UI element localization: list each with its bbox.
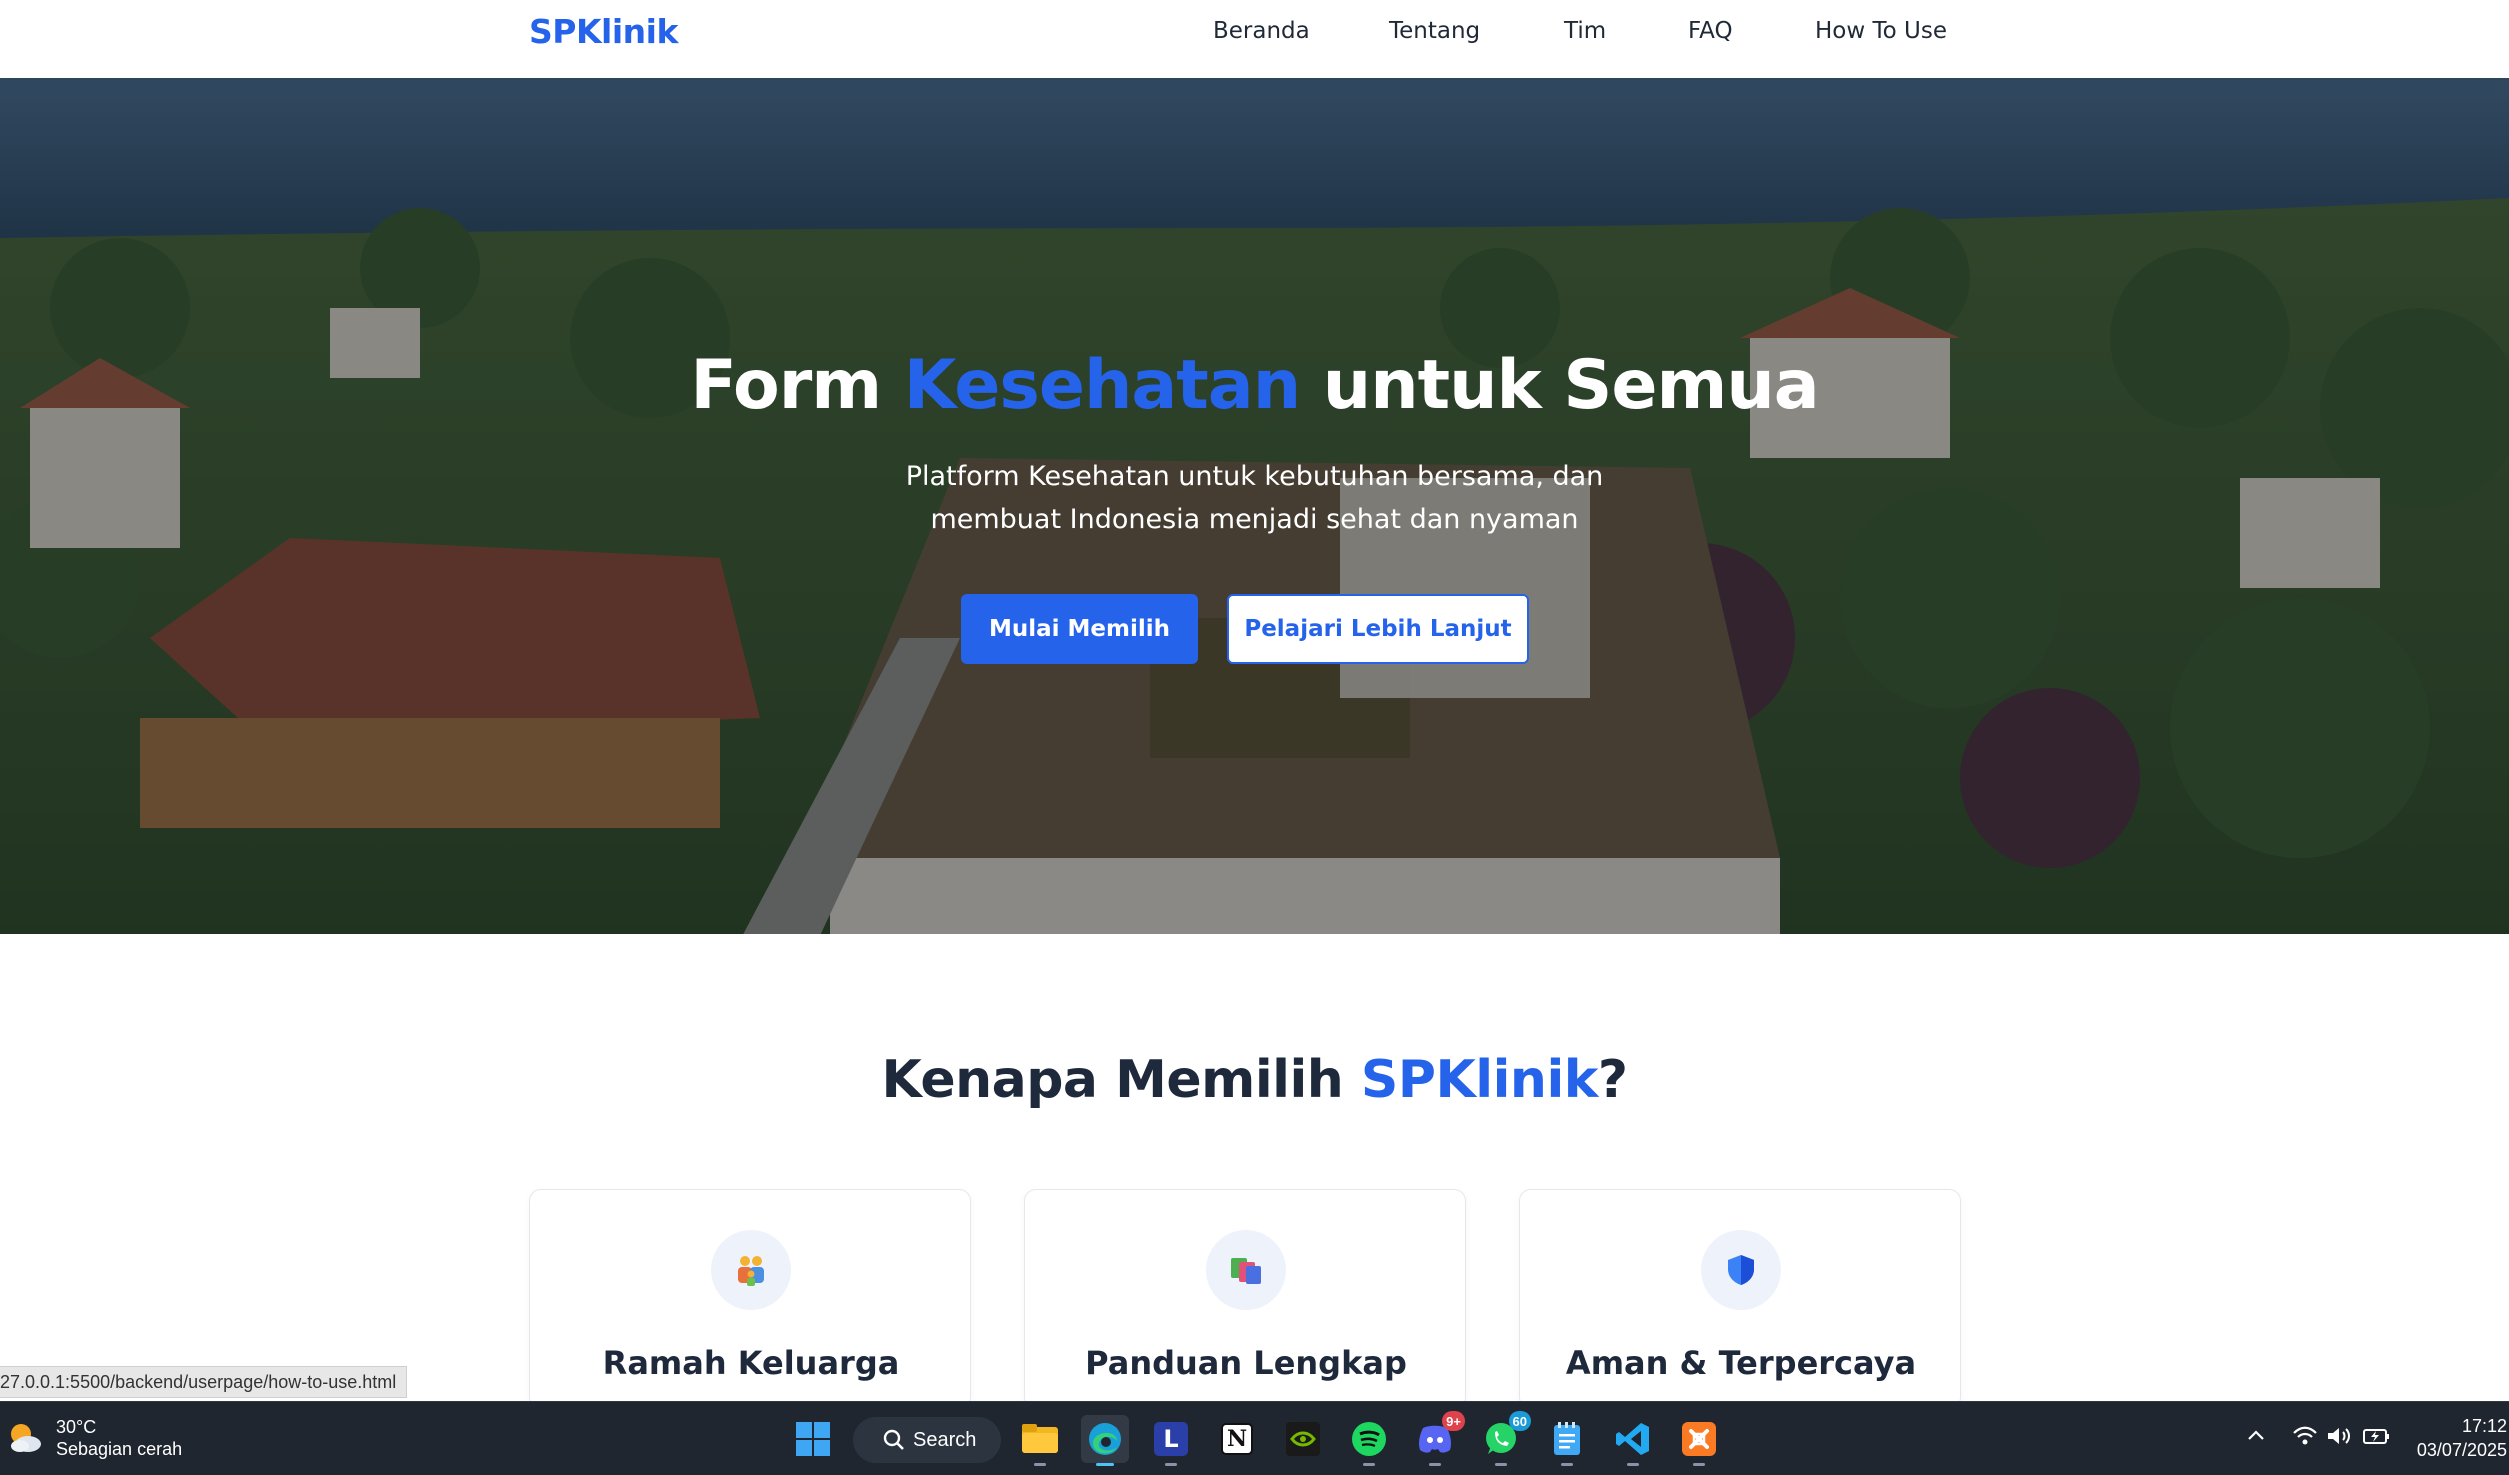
hero-section: Form Kesehatan untuk Semua Platform Kese… [0,78,2509,934]
edge-browser-icon[interactable] [1081,1415,1129,1466]
search-icon [883,1429,905,1457]
learn-more-button[interactable]: Pelajari Lebih Lanjut [1227,594,1529,664]
weather-temperature: 30°C [56,1417,97,1437]
l-app-icon[interactable]: L [1147,1415,1195,1466]
whatsapp-notification-badge: 60 [1508,1411,1531,1431]
books-icon [1206,1230,1286,1310]
weather-widget[interactable]: 30°C Sebagian cerah [6,1416,182,1460]
notion-icon[interactable]: N [1213,1415,1261,1463]
hero-subtitle: Platform Kesehatan untuk kebutuhan bersa… [905,461,1604,535]
hero-title: Form Kesehatan untuk Semua [690,346,1819,425]
discord-notification-badge: 9+ [1442,1411,1465,1431]
vscode-icon[interactable] [1609,1415,1657,1466]
card-title-guide: Panduan Lengkap [1085,1344,1407,1382]
card-title-family: Ramah Keluarga [602,1344,900,1382]
search-label: Search [913,1428,977,1451]
feature-card-secure: Aman & Terpercaya [1519,1189,1961,1409]
feature-card-family: Ramah Keluarga [529,1189,971,1409]
nvidia-icon[interactable] [1279,1415,1327,1463]
why-section-title: Kenapa Memilih SPKlinik? [881,1050,1628,1110]
brand-logo[interactable]: SPKlinik [529,12,678,51]
battery-icon[interactable] [2362,1424,2392,1453]
nav-link-how-to-use[interactable]: How To Use [1815,18,1947,44]
clock-date: 03/07/2025 [2416,1440,2507,1460]
nav-link-beranda[interactable]: Beranda [1213,18,1310,44]
spotify-icon[interactable] [1345,1415,1393,1466]
start-choosing-button[interactable]: Mulai Memilih [961,594,1198,664]
nav-link-tentang[interactable]: Tentang [1389,18,1480,44]
navbar: SPKlinik Beranda Tentang Tim FAQ How To … [0,0,2509,78]
card-title-secure: Aman & Terpercaya [1565,1344,1917,1382]
nav-link-faq[interactable]: FAQ [1688,18,1733,44]
nav-link-tim[interactable]: Tim [1564,18,1606,44]
clock-time: 17:12 [2461,1416,2507,1436]
taskbar: 30°C Sebagian cerah Search L N 9+ 60 17:… [0,1401,2509,1475]
start-button[interactable] [789,1415,837,1463]
partly-sunny-icon [6,1419,44,1457]
notepad-icon[interactable] [1543,1415,1591,1466]
volume-icon[interactable] [2326,1424,2352,1453]
chevron-up-icon[interactable] [2244,1424,2268,1453]
family-icon [711,1230,791,1310]
link-status-url: 27.0.0.1:5500/backend/userpage/how-to-us… [0,1366,408,1398]
weather-description: Sebagian cerah [56,1439,183,1459]
wifi-icon[interactable] [2292,1424,2318,1453]
system-clock[interactable]: 17:12 03/07/2025 [2417,1414,2507,1462]
file-explorer-icon[interactable] [1016,1415,1064,1466]
discord-icon[interactable]: 9+ [1411,1411,1465,1466]
shield-icon [1701,1230,1781,1310]
feature-card-guide: Panduan Lengkap [1024,1189,1466,1409]
taskbar-search[interactable]: Search [853,1417,1001,1463]
xampp-icon[interactable] [1675,1415,1723,1466]
hero-title-accent: Kesehatan [903,346,1301,425]
whatsapp-icon[interactable]: 60 [1477,1411,1531,1466]
